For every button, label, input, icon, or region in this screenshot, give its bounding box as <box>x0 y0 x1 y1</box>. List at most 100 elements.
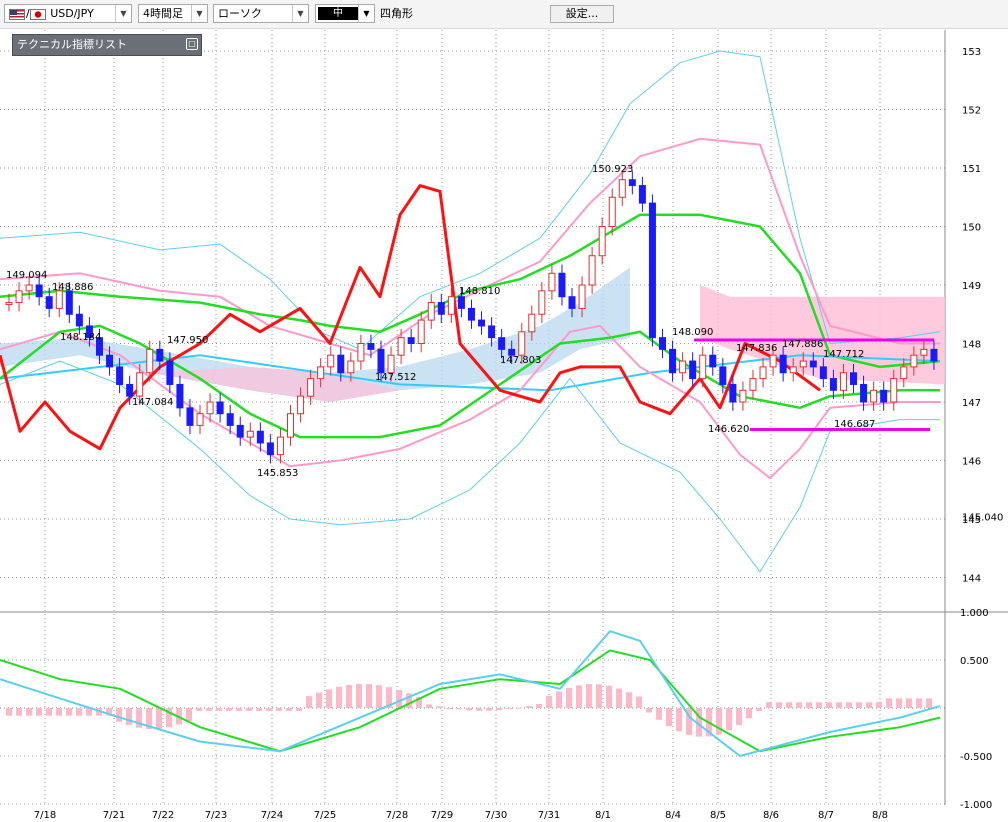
histogram-bar <box>736 708 742 725</box>
time-axis-tick: 7/23 <box>205 810 227 821</box>
histogram-bar <box>876 702 882 708</box>
histogram-bar <box>456 708 462 710</box>
histogram-bar <box>56 708 62 716</box>
histogram-bar <box>286 708 292 711</box>
histogram-bar <box>756 708 762 712</box>
candle-body <box>15 290 23 304</box>
histogram-bar <box>306 696 312 708</box>
candle-body <box>669 348 677 374</box>
price-label: 147.886 <box>782 339 823 350</box>
candle-body <box>136 372 144 397</box>
candle <box>648 194 656 347</box>
candle-body <box>447 296 455 315</box>
histogram-bar <box>866 702 872 708</box>
histogram-bar <box>856 702 862 708</box>
candle <box>749 369 757 400</box>
candle-body <box>327 354 335 368</box>
histogram-bar <box>6 708 12 716</box>
histogram-bar <box>656 708 662 720</box>
indicator-list-title: テクニカル指標リスト <box>17 38 127 51</box>
histogram-bar <box>576 685 582 708</box>
candle-body <box>377 348 385 374</box>
histogram-bar <box>556 691 562 708</box>
candle <box>216 393 224 423</box>
candle-body <box>749 378 757 391</box>
histogram-bar <box>436 706 442 708</box>
histogram-bar <box>806 702 812 708</box>
candle-body <box>679 360 687 374</box>
histogram-bar <box>746 708 752 719</box>
candle-body <box>638 185 646 204</box>
candle-body <box>156 348 164 362</box>
price-label: 147.712 <box>823 349 864 360</box>
histogram-bar <box>896 698 902 708</box>
candle-body <box>146 348 154 374</box>
time-axis-tick: 7/21 <box>103 810 125 821</box>
candle-body <box>467 307 475 321</box>
candle-body <box>427 302 435 321</box>
candle-body <box>829 378 837 391</box>
candle <box>709 346 717 376</box>
histogram-bar <box>666 708 672 727</box>
time-axis-tick: 7/25 <box>314 810 336 821</box>
candle-body <box>116 366 124 385</box>
histogram-bar <box>116 708 122 722</box>
candle-body <box>45 296 53 309</box>
oscillator-axis-tick: -0.500 <box>960 752 992 763</box>
candle <box>679 352 687 382</box>
time-axis-tick: 8/6 <box>763 810 779 821</box>
candle-body <box>779 354 787 374</box>
candle <box>598 217 606 265</box>
candle-body <box>5 302 13 306</box>
candle-body <box>598 226 606 257</box>
histogram-bar <box>356 684 362 708</box>
time-axis-tick: 8/7 <box>818 810 834 821</box>
candle-body <box>689 360 697 380</box>
price-label: 147.836 <box>736 343 777 354</box>
oscillator-axis-tick: -1.000 <box>960 800 992 811</box>
price-label: 148.886 <box>52 282 93 293</box>
histogram-bar <box>586 684 592 708</box>
candle-body <box>618 179 626 198</box>
histogram-bar <box>256 708 262 711</box>
candle-body <box>608 196 616 227</box>
candle-body <box>699 354 707 380</box>
histogram-bar <box>646 708 652 713</box>
histogram-bar <box>466 708 472 711</box>
histogram-bar <box>796 702 802 708</box>
candle-body <box>266 442 274 456</box>
candle-body <box>558 272 566 298</box>
candle <box>176 375 184 417</box>
candle-body <box>196 413 204 426</box>
candle-body <box>126 383 134 397</box>
histogram-bar <box>226 708 232 711</box>
candle-body <box>809 360 817 368</box>
candle-body <box>437 302 445 315</box>
candle <box>427 293 435 329</box>
candle-body <box>719 366 727 385</box>
grid <box>0 30 1008 805</box>
candle-body <box>186 407 194 426</box>
candle-body <box>709 354 717 368</box>
restore-icon[interactable]: □ <box>186 38 198 50</box>
histogram-bar <box>236 708 242 711</box>
candle-body <box>25 284 33 292</box>
indicator-list-panel[interactable]: テクニカル指標リスト □ <box>12 34 202 56</box>
candle <box>276 428 284 464</box>
price-axis-tick: 153 <box>962 47 981 58</box>
oscillator-axis-tick: 1.000 <box>960 608 989 619</box>
candle-body <box>236 424 244 438</box>
candle <box>417 311 425 353</box>
candle-body <box>578 284 586 309</box>
candle-body <box>407 337 415 344</box>
candle-body <box>528 313 536 333</box>
candle-body <box>860 383 868 403</box>
candle <box>357 334 365 370</box>
chart-area[interactable]: 149.094 148.886 148.184 147.950 147.084 145.8… <box>0 0 1008 822</box>
candle-body <box>35 284 43 298</box>
histogram-bar <box>786 702 792 708</box>
candle <box>739 381 747 411</box>
price-label: 147.512 <box>375 372 416 383</box>
candle <box>327 346 335 376</box>
candle-body <box>799 360 807 368</box>
